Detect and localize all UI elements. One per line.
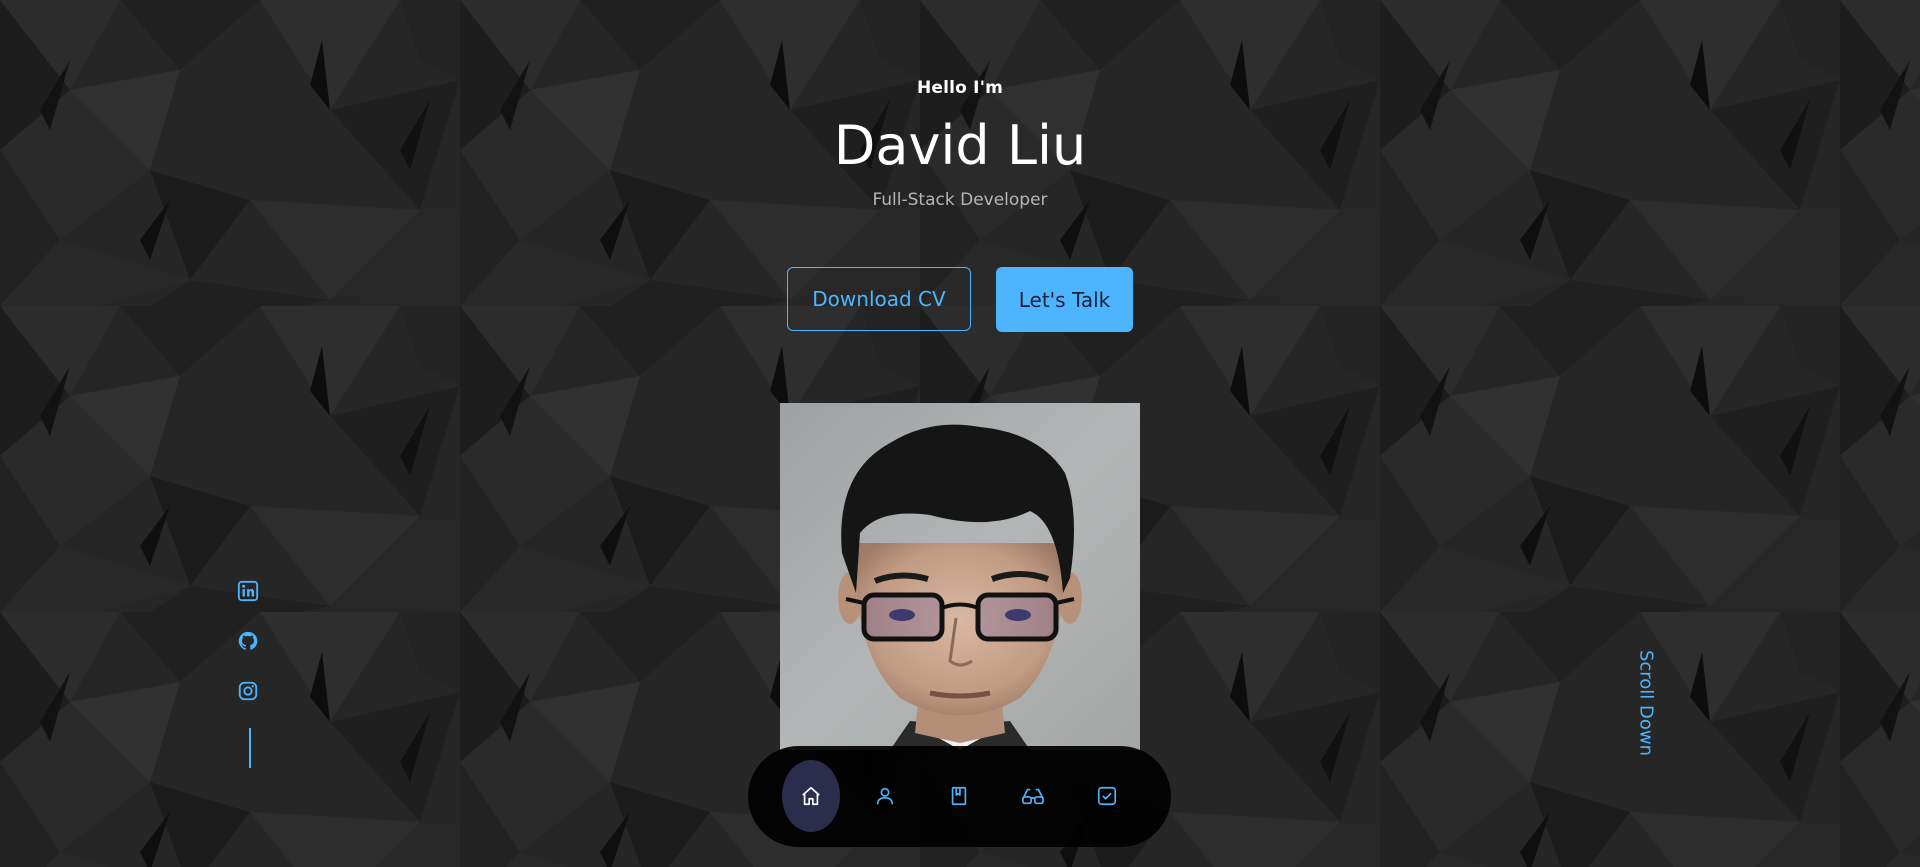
linkedin-icon — [237, 580, 259, 602]
instagram-icon — [238, 681, 258, 701]
nav-item-portfolio[interactable] — [1004, 760, 1062, 832]
bottom-nav — [748, 746, 1171, 847]
lets-talk-button[interactable]: Let's Talk — [996, 267, 1133, 332]
glasses-icon — [1022, 788, 1044, 805]
download-cv-button[interactable]: Download CV — [787, 267, 971, 331]
page-title: David Liu — [833, 114, 1087, 177]
role-subtitle: Full-Stack Developer — [872, 190, 1048, 210]
book-icon — [951, 786, 967, 806]
nav-item-home[interactable] — [782, 760, 840, 832]
nav-item-about[interactable] — [856, 760, 914, 832]
nav-item-contact[interactable] — [1078, 760, 1136, 832]
nav-item-experience[interactable] — [930, 760, 988, 832]
github-icon — [238, 631, 258, 650]
social-divider-line — [249, 728, 251, 768]
checkbox-icon — [1097, 786, 1117, 806]
scroll-down-link[interactable]: Scroll Down — [1636, 650, 1657, 756]
instagram-link[interactable] — [237, 680, 263, 706]
linkedin-link[interactable] — [237, 580, 263, 606]
portrait-image — [780, 403, 1140, 750]
github-link[interactable] — [237, 630, 263, 656]
greeting-text: Hello I'm — [916, 78, 1004, 98]
home-icon — [802, 786, 820, 806]
user-icon — [876, 787, 894, 805]
